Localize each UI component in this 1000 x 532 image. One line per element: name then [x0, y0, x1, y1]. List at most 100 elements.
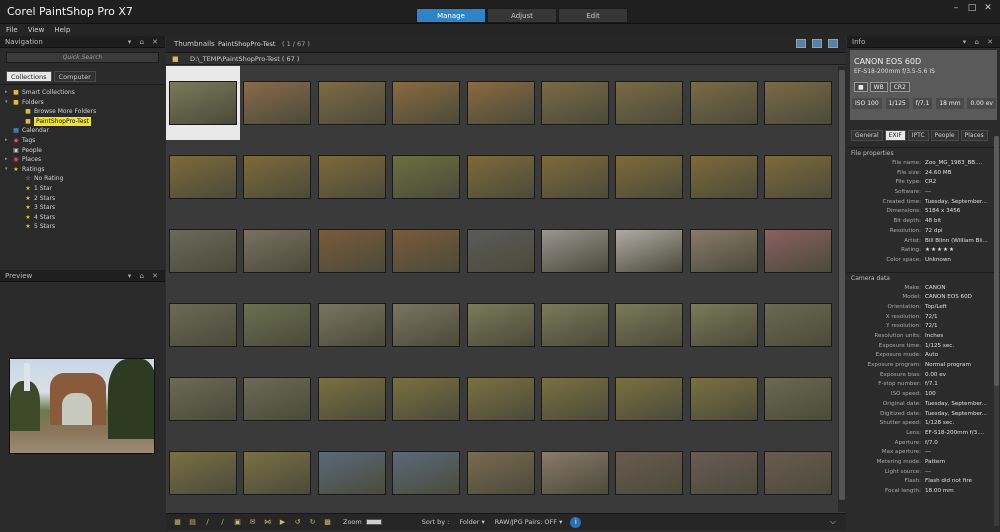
thumbnail-image[interactable]: [169, 229, 237, 273]
thumbnail-cell[interactable]: [761, 66, 835, 140]
thumbnail-image[interactable]: [541, 303, 609, 347]
tree-item-places[interactable]: ▸ ◉ Places: [0, 155, 165, 165]
tab-collections[interactable]: Collections: [6, 71, 52, 82]
thumbnail-image[interactable]: [541, 155, 609, 199]
menu-file[interactable]: File: [6, 24, 18, 36]
refresh-icon[interactable]: [796, 39, 806, 48]
thumbnail-image[interactable]: [689, 229, 758, 273]
thumbnail-view-icon[interactable]: [828, 39, 838, 48]
thumbnail-image[interactable]: [392, 303, 461, 347]
thumbnails-scroll-thumb[interactable]: [839, 70, 845, 500]
zoom-slider[interactable]: [365, 519, 382, 525]
thumbnail-image[interactable]: [541, 229, 609, 273]
preview-header-buttons[interactable]: ▾ ⌂ ✕: [128, 270, 161, 282]
thumbnail-cell[interactable]: [538, 140, 612, 214]
thumbnail-image[interactable]: [243, 377, 312, 421]
tree-item-ratings[interactable]: ▾ ★ Ratings: [0, 165, 165, 175]
thumbnail-cell[interactable]: [240, 140, 314, 214]
info-tab-iptc[interactable]: IPTC: [907, 130, 929, 141]
thumbnail-image[interactable]: [243, 81, 312, 125]
thumbnail-cell[interactable]: [315, 362, 389, 436]
navigation-header-buttons[interactable]: ▾ ⌂ ✕: [128, 36, 161, 48]
thumbnail-image[interactable]: [764, 303, 833, 347]
minimize-icon[interactable]: –: [948, 2, 964, 14]
info-scroll-thumb[interactable]: [994, 136, 999, 386]
thumbnail-cell[interactable]: [612, 66, 686, 140]
thumbnail-cell[interactable]: [687, 288, 761, 362]
expand-arrow-icon[interactable]: ▾: [5, 165, 12, 175]
thumbnail-cell[interactable]: [612, 436, 686, 510]
thumbnail-cell[interactable]: [612, 140, 686, 214]
thumbnail-image[interactable]: [615, 229, 684, 273]
raw-jpg-pairs-select[interactable]: RAW/JPG Pairs: OFF ▾: [495, 518, 563, 526]
thumbnail-image[interactable]: [243, 229, 312, 273]
expand-arrow-icon[interactable]: ▸: [5, 136, 12, 146]
thumbnail-cell[interactable]: [240, 362, 314, 436]
tree-item-3-stars[interactable]: ★ 3 Stars: [0, 203, 165, 213]
thumbnail-cell[interactable]: [166, 362, 240, 436]
info-tab-places[interactable]: Places: [960, 130, 988, 141]
tag-icon[interactable]: ▤: [187, 517, 198, 527]
thumbnail-cell[interactable]: [166, 66, 240, 140]
tree-item-no-rating[interactable]: ☆ No Rating: [0, 174, 165, 184]
thumbnail-cell[interactable]: [464, 288, 538, 362]
thumbnail-image[interactable]: [317, 303, 386, 347]
thumbnail-image[interactable]: [615, 81, 684, 125]
info-icon[interactable]: i: [570, 516, 582, 528]
thumbnail-cell[interactable]: [315, 140, 389, 214]
rotate-left-icon[interactable]: ↺: [292, 517, 303, 527]
details-view-icon[interactable]: [812, 39, 822, 48]
thumbnail-cell[interactable]: [612, 362, 686, 436]
image-icon[interactable]: ▩: [322, 517, 333, 527]
thumbnail-cell[interactable]: [761, 214, 835, 288]
thumbnail-cell[interactable]: [389, 140, 463, 214]
menu-view[interactable]: View: [28, 24, 45, 36]
thumbnail-cell[interactable]: [761, 140, 835, 214]
mode-tab-adjust[interactable]: Adjust: [487, 8, 557, 23]
thumbnail-cell[interactable]: [612, 288, 686, 362]
thumbnail-cell[interactable]: [761, 288, 835, 362]
thumbnail-image[interactable]: [169, 377, 237, 421]
tree-item-4-stars[interactable]: ★ 4 Stars: [0, 213, 165, 223]
thumbnail-cell[interactable]: [240, 288, 314, 362]
close-icon[interactable]: ✕: [980, 2, 996, 14]
thumbnail-image[interactable]: [169, 451, 237, 495]
thumbnail-image[interactable]: [392, 155, 461, 199]
thumbnail-image[interactable]: [615, 155, 684, 199]
thumbnail-cell[interactable]: [166, 288, 240, 362]
thumbnail-image[interactable]: [764, 229, 833, 273]
print-icon[interactable]: ▣: [232, 517, 243, 527]
thumbnail-image[interactable]: [689, 303, 758, 347]
thumbnail-image[interactable]: [764, 81, 833, 125]
thumbnail-image[interactable]: [169, 81, 237, 125]
thumbnail-cell[interactable]: [166, 436, 240, 510]
thumbnail-image[interactable]: [317, 155, 386, 199]
info-tab-people[interactable]: People: [930, 130, 959, 141]
mode-tab-edit[interactable]: Edit: [558, 8, 628, 23]
thumbnail-cell[interactable]: [315, 288, 389, 362]
thumbnail-image[interactable]: [317, 81, 386, 125]
thumbnail-image[interactable]: [541, 81, 609, 125]
thumbnail-cell[interactable]: [389, 436, 463, 510]
expand-arrow-icon[interactable]: ▸: [5, 155, 12, 165]
thumbnail-cell[interactable]: [687, 436, 761, 510]
thumbnail-cell[interactable]: [166, 140, 240, 214]
collapse-chevron-icon[interactable]: ⌵: [830, 517, 836, 527]
thumbnail-image[interactable]: [243, 155, 312, 199]
tree-item-people[interactable]: ▣ People: [0, 146, 165, 156]
thumbnail-image[interactable]: [392, 377, 461, 421]
info-header-buttons[interactable]: ▾ ⌂ ✕: [963, 36, 996, 48]
thumbnail-image[interactable]: [466, 303, 535, 347]
thumbnail-image[interactable]: [466, 81, 535, 125]
thumbnail-image[interactable]: [615, 303, 684, 347]
thumbnail-cell[interactable]: [538, 362, 612, 436]
thumbnail-cell[interactable]: [315, 66, 389, 140]
thumbnail-cell[interactable]: [538, 436, 612, 510]
thumbnail-image[interactable]: [317, 229, 386, 273]
info-scrollbar[interactable]: [994, 136, 999, 526]
thumbnail-cell[interactable]: [464, 436, 538, 510]
thumbnail-image[interactable]: [689, 81, 758, 125]
thumbnail-cell[interactable]: [612, 214, 686, 288]
thumbnail-image[interactable]: [764, 451, 833, 495]
thumbnail-image[interactable]: [615, 451, 684, 495]
